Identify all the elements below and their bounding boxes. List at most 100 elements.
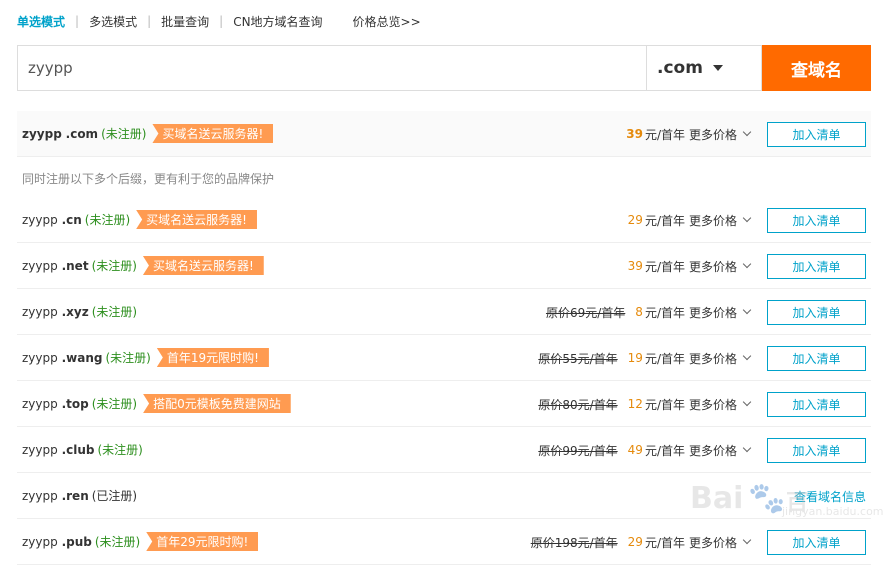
price-unit: 元/首年 bbox=[644, 351, 685, 366]
promo-tag: 买域名送云服务器! bbox=[152, 124, 274, 143]
domain-name: zyypp .net bbox=[22, 259, 89, 273]
price-value: 19 bbox=[627, 351, 643, 365]
more-prices-toggle[interactable]: 更多价格 bbox=[689, 212, 752, 229]
promo-tag: 买域名送云服务器! bbox=[142, 256, 264, 275]
price-value: 49 bbox=[627, 443, 643, 457]
domain-label: zyypp bbox=[22, 212, 58, 227]
promo-tag: 买域名送云服务器! bbox=[136, 210, 257, 229]
more-prices-label: 更多价格 bbox=[688, 351, 737, 366]
add-to-list-button[interactable]: 加入清单 bbox=[767, 121, 866, 147]
chevron-down-icon bbox=[742, 127, 752, 137]
tab-single-mode[interactable]: 单选模式 bbox=[17, 13, 65, 30]
price-area: 39 元/首年 更多价格 加入清单 bbox=[626, 111, 866, 157]
domain-search-input[interactable] bbox=[17, 45, 646, 91]
status-badge: (未注册) bbox=[105, 351, 151, 365]
tab-multi-mode[interactable]: 多选模式 bbox=[89, 13, 137, 30]
domain-name: zyypp .club bbox=[22, 443, 95, 457]
price-value: 39 bbox=[626, 127, 643, 141]
more-prices-label: 更多价格 bbox=[688, 535, 737, 550]
domain-label: zyypp bbox=[22, 350, 58, 365]
more-prices-toggle[interactable]: 更多价格 bbox=[688, 350, 752, 367]
status-badge: (未注册) bbox=[84, 213, 131, 227]
price-unit: 元/首年 bbox=[644, 213, 685, 228]
domain-label: zyypp bbox=[22, 442, 58, 457]
price-unit: 元/首年 bbox=[644, 305, 685, 320]
price-area: 原价99元/首年 49 元/首年 更多价格 加入清单 bbox=[538, 427, 866, 473]
domain-name: zyypp .cn bbox=[22, 213, 82, 227]
price-overview-link[interactable]: 价格总览>> bbox=[353, 13, 421, 30]
more-prices-toggle[interactable]: 更多价格 bbox=[689, 442, 752, 459]
more-prices-label: 更多价格 bbox=[688, 127, 737, 142]
chevron-down-icon bbox=[742, 305, 752, 315]
price-value: 39 bbox=[627, 259, 643, 273]
add-to-list-button[interactable]: 加入清单 bbox=[767, 345, 866, 371]
original-price: 原价198元/首年 bbox=[530, 535, 618, 550]
suffix-select[interactable]: .com bbox=[646, 45, 762, 91]
chevron-down-icon bbox=[742, 259, 752, 269]
price-area: 查看域名信息 bbox=[794, 473, 866, 519]
tab-cn-local-query[interactable]: CN地方域名查询 bbox=[233, 13, 322, 30]
domain-name: zyypp .xyz bbox=[22, 305, 89, 319]
domain-suffix: .club bbox=[61, 442, 95, 457]
add-to-list-button[interactable]: 加入清单 bbox=[767, 437, 866, 463]
more-prices-toggle[interactable]: 更多价格 bbox=[688, 126, 752, 143]
status-badge: (未注册) bbox=[91, 305, 138, 319]
view-whois-link[interactable]: 查看域名信息 bbox=[794, 488, 866, 505]
more-prices-label: 更多价格 bbox=[688, 305, 737, 320]
main-result-row: zyypp .com (未注册) 买域名送云服务器! 39 元/首年 更多价格 … bbox=[17, 111, 871, 157]
domain-suffix: .top bbox=[61, 396, 89, 411]
price-value: 29 bbox=[627, 535, 643, 549]
tab-separator: | bbox=[147, 14, 152, 28]
domain-label: zyypp bbox=[22, 304, 58, 319]
table-row: zyypp .club (未注册) 原价99元/首年 49 元/首年 更多价格 加入清单 bbox=[17, 427, 871, 473]
more-prices-toggle[interactable]: 更多价格 bbox=[688, 534, 752, 551]
promo-tag: 首年19元限时购! bbox=[156, 348, 269, 367]
table-row: zyypp .pub (未注册) 首年29元限时购! 原价198元/首年 29 元/首年更… bbox=[17, 519, 871, 565]
more-prices-toggle[interactable]: 更多价格 bbox=[688, 304, 752, 321]
domain-label: zyypp bbox=[22, 534, 58, 549]
price-area: 原价55元/首年 19 元/首年 更多价格 加入清单 bbox=[538, 335, 866, 381]
add-to-list-button[interactable]: 加入清单 bbox=[767, 391, 866, 417]
promo-tag: 搭配0元模板免费建网站 bbox=[143, 394, 291, 413]
more-prices-toggle[interactable]: 更多价格 bbox=[688, 396, 752, 413]
price-unit: 元/首年 bbox=[644, 535, 685, 550]
original-price: 原价99元/首年 bbox=[538, 443, 618, 458]
promo-tag: 首年29元限时购! bbox=[146, 532, 259, 551]
price-unit: 元/首年 bbox=[644, 127, 685, 142]
domain-name: zyypp .pub bbox=[22, 535, 92, 549]
price-unit: 元/首年 bbox=[644, 397, 685, 412]
tab-separator: | bbox=[75, 14, 80, 28]
domain-suffix: .com bbox=[65, 126, 99, 141]
price-value: 29 bbox=[627, 213, 643, 227]
original-price: 原价55元/首年 bbox=[538, 351, 618, 366]
status-badge: (未注册) bbox=[91, 259, 137, 273]
add-to-list-button[interactable]: 加入清单 bbox=[767, 299, 866, 325]
domain-suffix: .cn bbox=[61, 212, 82, 227]
add-to-list-button[interactable]: 加入清单 bbox=[767, 529, 866, 555]
domain-name: zyypp .com bbox=[22, 127, 98, 141]
price-area: 原价80元/首年 12 元/首年 更多价格 加入清单 bbox=[538, 381, 866, 427]
price-value: 8 bbox=[635, 305, 643, 319]
tab-batch-query[interactable]: 批量查询 bbox=[161, 13, 209, 30]
table-row: zyypp .xyz (未注册) 原价69元/首年 8 元/首年 更多价格 加入清单 bbox=[17, 289, 871, 335]
price-area: 原价198元/首年 29 元/首年 更多价格 加入清单 bbox=[531, 519, 866, 565]
more-prices-label: 更多价格 bbox=[688, 397, 737, 412]
status-badge: (未注册) bbox=[94, 535, 141, 549]
add-to-list-button[interactable]: 加入清单 bbox=[767, 207, 866, 233]
more-prices-toggle[interactable]: 更多价格 bbox=[688, 258, 752, 275]
domain-label: zyypp bbox=[22, 488, 58, 503]
table-row: zyypp .ren (已注册) 查看域名信息 bbox=[17, 473, 871, 519]
domain-name: zyypp .top bbox=[22, 397, 89, 411]
original-price: 原价69元/首年 bbox=[545, 305, 626, 320]
price-area: 39 元/首年 更多价格 加入清单 bbox=[628, 243, 866, 289]
price-area: 29 元/首年 更多价格 加入清单 bbox=[628, 197, 866, 243]
search-domain-button[interactable]: 查域名 bbox=[762, 45, 871, 91]
more-prices-label: 更多价格 bbox=[688, 259, 737, 274]
add-to-list-button[interactable]: 加入清单 bbox=[767, 253, 866, 279]
status-badge: (已注册) bbox=[91, 489, 138, 503]
domain-label: zyypp bbox=[22, 258, 58, 273]
domain-suffix: .xyz bbox=[61, 304, 89, 319]
chevron-down-icon bbox=[742, 213, 752, 223]
domain-label: zyypp bbox=[22, 396, 58, 411]
table-row: zyypp .net (未注册) 买域名送云服务器! 39 元/首年 更多价格 加入清单 bbox=[17, 243, 871, 289]
